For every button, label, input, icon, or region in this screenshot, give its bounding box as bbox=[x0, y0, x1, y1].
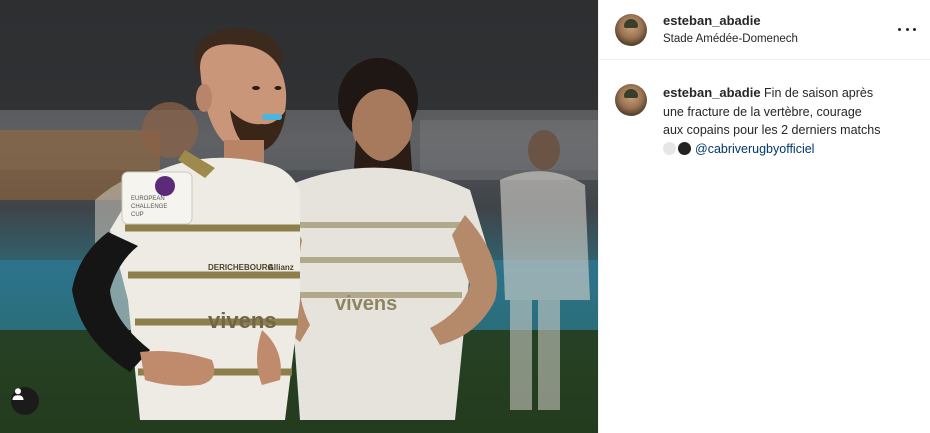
post-photo[interactable]: vivens EUROPEAN CHALLENGE CUP DERICHEBOU… bbox=[0, 0, 598, 433]
vivens-text: vivens bbox=[208, 308, 277, 333]
post-side-panel: esteban_abadie Stade Amédée-Domenech est… bbox=[599, 0, 930, 433]
author-avatar[interactable] bbox=[615, 13, 647, 46]
white-circle-icon bbox=[663, 142, 676, 156]
caption-tag-row: @cabriverugbyofficiel bbox=[663, 140, 914, 159]
more-dot bbox=[898, 27, 901, 31]
instagram-post: vivens EUROPEAN CHALLENGE CUP DERICHEBOU… bbox=[0, 0, 930, 433]
caption-avatar[interactable] bbox=[615, 84, 647, 116]
more-dot bbox=[905, 27, 909, 31]
caption-line-2: une fracture de la vertèbre, courage bbox=[663, 104, 862, 119]
mention-link[interactable]: @cabriverugbyofficiel bbox=[695, 140, 814, 159]
caption-body: esteban_abadie Fin de saison après une f… bbox=[663, 84, 914, 158]
badge-line-3: CUP bbox=[131, 212, 144, 218]
caption-line-3: aux copains pour les 2 derniers matchs bbox=[663, 123, 881, 137]
user-tags-button[interactable] bbox=[11, 387, 39, 415]
black-circle-icon bbox=[678, 142, 691, 156]
caption-comment: esteban_abadie Fin de saison après une f… bbox=[599, 60, 930, 158]
post-location[interactable]: Stade Amédée-Domenech bbox=[663, 31, 798, 48]
post-header: esteban_abadie Stade Amédée-Domenech bbox=[599, 0, 930, 60]
allianz-text: Allianz bbox=[268, 263, 294, 272]
badge-line-1: EUROPEAN bbox=[131, 196, 165, 202]
rugby-players-illustration: vivens EUROPEAN CHALLENGE CUP DERICHEBOU… bbox=[0, 0, 598, 433]
more-dot bbox=[913, 27, 916, 31]
more-options-icon[interactable] bbox=[898, 20, 916, 38]
vivens-back-text: vivens bbox=[335, 293, 397, 315]
person-icon bbox=[12, 388, 24, 400]
caption-username[interactable]: esteban_abadie bbox=[663, 85, 761, 100]
author-username[interactable]: esteban_abadie bbox=[663, 12, 798, 30]
author-info: esteban_abadie Stade Amédée-Domenech bbox=[663, 12, 798, 48]
caption-line-1: Fin de saison après bbox=[764, 86, 874, 100]
two-dots-emoji bbox=[663, 142, 691, 156]
derichebourg-text: DERICHEBOURG bbox=[208, 263, 274, 272]
badge-line-2: CHALLENGE bbox=[131, 204, 167, 210]
